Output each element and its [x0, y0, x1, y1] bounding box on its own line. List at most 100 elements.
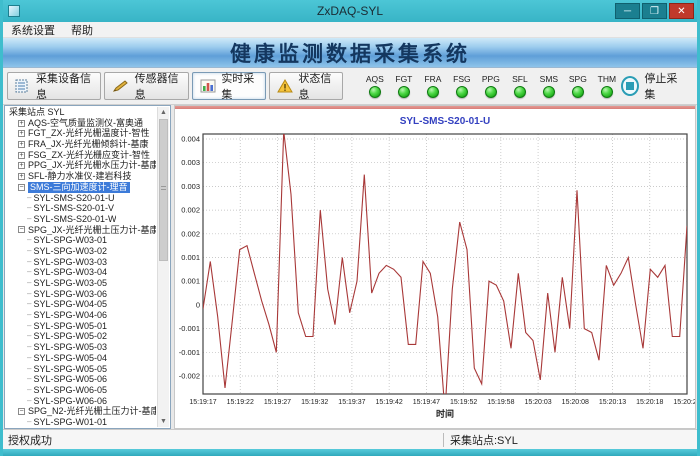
- tree-connector: –: [27, 214, 31, 225]
- tree-leaf-item[interactable]: –SYL-SPG-W05-06: [7, 374, 156, 385]
- tree-item-label: 采集站点 SYL: [9, 107, 65, 118]
- collapse-icon[interactable]: −: [18, 226, 25, 233]
- tree-group-item[interactable]: +AQS-空气质量监测仪-富奥通: [7, 118, 156, 129]
- channel-sfl: SFL: [505, 74, 534, 98]
- tree-group-item[interactable]: −SPG_JX-光纤光栅土压力计-基康: [7, 225, 156, 236]
- tree-leaf-item[interactable]: –SYL-SPG-W04-06: [7, 310, 156, 321]
- tree-connector: –: [27, 342, 31, 353]
- expand-icon[interactable]: +: [18, 130, 25, 137]
- tree-connector: –: [27, 203, 31, 214]
- tree-leaf-item[interactable]: –SYL-SPG-W03-05: [7, 278, 156, 289]
- tree-connector: –: [27, 299, 31, 310]
- channel-label: SMS: [540, 74, 558, 84]
- y-tick-label: 0.003: [181, 182, 200, 191]
- tree-scrollbar[interactable]: ▲ ▼: [157, 107, 169, 427]
- tree-item-label: SYL-SPG-W05-05: [33, 364, 107, 375]
- collapse-icon[interactable]: −: [18, 184, 25, 191]
- tree-item-label: SYL-SPG-W05-06: [33, 374, 107, 385]
- menu-bar: 系统设置 帮助: [3, 22, 697, 38]
- x-tick-label: 15:20:08: [562, 399, 589, 406]
- tree-leaf-item[interactable]: –SYL-SPG-W06-06: [7, 396, 156, 407]
- expand-icon[interactable]: +: [18, 120, 25, 127]
- menu-help[interactable]: 帮助: [63, 22, 101, 38]
- tree-leaf-item[interactable]: –SYL-SPG-W03-04: [7, 267, 156, 278]
- tree-leaf-item[interactable]: –SYL-SMS-S20-01-V: [7, 203, 156, 214]
- tree-item-label: SFL-静力水准仪-建岩科技: [28, 171, 132, 182]
- x-tick-label: 15:19:27: [264, 399, 291, 406]
- tree-leaf-item[interactable]: –SYL-SPG-W05-03: [7, 342, 156, 353]
- sensor-info-button[interactable]: 传感器信息: [104, 72, 190, 100]
- status-bar: 授权成功 采集站点:SYL: [3, 429, 697, 449]
- menu-system-settings[interactable]: 系统设置: [3, 22, 63, 38]
- tree-leaf-item[interactable]: –SYL-SPG-W05-01: [7, 321, 156, 332]
- tree-item-label: SYL-SPG-W03-06: [33, 289, 107, 300]
- stop-icon: [621, 76, 639, 96]
- scroll-up-icon[interactable]: ▲: [158, 107, 169, 118]
- channel-sms: SMS: [534, 74, 563, 98]
- green-led-icon: [485, 86, 497, 98]
- tree-connector: –: [27, 396, 31, 407]
- tree-group-item[interactable]: +PPG_JX-光纤光栅水压力计-基康: [7, 160, 156, 171]
- device-info-button[interactable]: 采集设备信息: [7, 72, 101, 100]
- station-tree-panel: 采集站点 SYL+AQS-空气质量监测仪-富奥通+FGT_ZX-光纤光栅温度计-…: [4, 105, 171, 429]
- tree-connector: –: [27, 331, 31, 342]
- tree-leaf-item[interactable]: –SYL-SPG-W05-05: [7, 364, 156, 375]
- tree-leaf-item[interactable]: –SYL-SPG-W03-02: [7, 246, 156, 257]
- tree-root[interactable]: 采集站点 SYL: [7, 107, 156, 118]
- tree-leaf-item[interactable]: –SYL-SPG-W05-02: [7, 331, 156, 342]
- channel-label: PPG: [482, 74, 500, 84]
- y-tick-label: 0.001: [181, 277, 200, 286]
- channel-label: FGT: [395, 74, 412, 84]
- tree-item-label: SYL-SPG-W03-04: [33, 267, 107, 278]
- tree-leaf-item[interactable]: –SYL-SPG-W04-05: [7, 299, 156, 310]
- x-tick-label: 15:19:17: [189, 399, 216, 406]
- tree-group-item[interactable]: +FGT_ZX-光纤光栅温度计-智性: [7, 128, 156, 139]
- tree-leaf-item[interactable]: –SYL-SMS-S20-01-U: [7, 193, 156, 204]
- y-tick-label: -0.002: [179, 372, 200, 381]
- x-tick-label: 15:19:32: [301, 399, 328, 406]
- y-tick-label: 0.004: [181, 135, 200, 144]
- tree-group-item[interactable]: −SPG_N2-光纤光栅土压力计-基康: [7, 406, 156, 417]
- tree-leaf-item[interactable]: –SYL-SPG-W03-06: [7, 289, 156, 300]
- tree-item-label: FRA_JX-光纤光栅倾斜计-基康: [28, 139, 149, 150]
- tree-group-item[interactable]: +SFL-静力水准仪-建岩科技: [7, 171, 156, 182]
- sensor-info-label: 传感器信息: [135, 70, 182, 102]
- x-tick-label: 15:19:47: [413, 399, 440, 406]
- tree-group-item[interactable]: +FSG_ZX-光纤光栅应变计-智性: [7, 150, 156, 161]
- title-bar: ZxDAQ-SYL ─ ❐ ✕: [3, 0, 697, 22]
- tree-connector: –: [27, 235, 31, 246]
- tree-leaf-item[interactable]: –SYL-SPG-W03-01: [7, 235, 156, 246]
- scrollbar-thumb[interactable]: [159, 119, 168, 261]
- status-info-button[interactable]: 状态信息: [269, 72, 343, 100]
- tree-leaf-item[interactable]: –SYL-SMS-S20-01-W: [7, 214, 156, 225]
- tree-leaf-item[interactable]: –SYL-SPG-W06-05: [7, 385, 156, 396]
- tree-group-item[interactable]: +FRA_JX-光纤光栅倾斜计-基康: [7, 139, 156, 150]
- close-button[interactable]: ✕: [669, 3, 694, 19]
- status-warning-icon: [277, 79, 293, 93]
- y-tick-label: 0: [196, 300, 200, 309]
- scroll-down-icon[interactable]: ▼: [158, 416, 169, 427]
- maximize-button[interactable]: ❐: [642, 3, 667, 19]
- expand-icon[interactable]: +: [18, 152, 25, 159]
- tree-item-label: AQS-空气质量监测仪-富奥通: [28, 118, 143, 129]
- y-tick-label: -0.001: [179, 324, 200, 333]
- expand-icon[interactable]: +: [18, 141, 25, 148]
- stop-collect-button[interactable]: 停止采集: [621, 70, 683, 102]
- realtime-collect-button[interactable]: 实时采集: [192, 72, 266, 100]
- expand-icon[interactable]: +: [18, 173, 25, 180]
- tree-leaf-item[interactable]: –SYL-SPG-W03-03: [7, 257, 156, 268]
- tree-leaf-item[interactable]: –SYL-SPG-W01-01: [7, 417, 156, 427]
- window-title: ZxDAQ-SYL: [3, 4, 697, 18]
- tree-group-item[interactable]: −SMS-三向加速度计-理音: [7, 182, 156, 193]
- tree-leaf-item[interactable]: –SYL-SPG-W05-04: [7, 353, 156, 364]
- tree-connector: –: [27, 417, 31, 427]
- tree-item-label: SPG_JX-光纤光栅土压力计-基康: [28, 225, 156, 236]
- green-led-icon: [456, 86, 468, 98]
- minimize-button[interactable]: ─: [615, 3, 640, 19]
- tree-connector: –: [27, 289, 31, 300]
- collapse-icon[interactable]: −: [18, 408, 25, 415]
- tree-item-label: SYL-SMS-S20-01-W: [33, 214, 116, 225]
- channel-label: THM: [598, 74, 616, 84]
- expand-icon[interactable]: +: [18, 162, 25, 169]
- chart-panel: SYL-SMS-S20-01-U0.0040.0030.0030.0020.00…: [174, 105, 696, 429]
